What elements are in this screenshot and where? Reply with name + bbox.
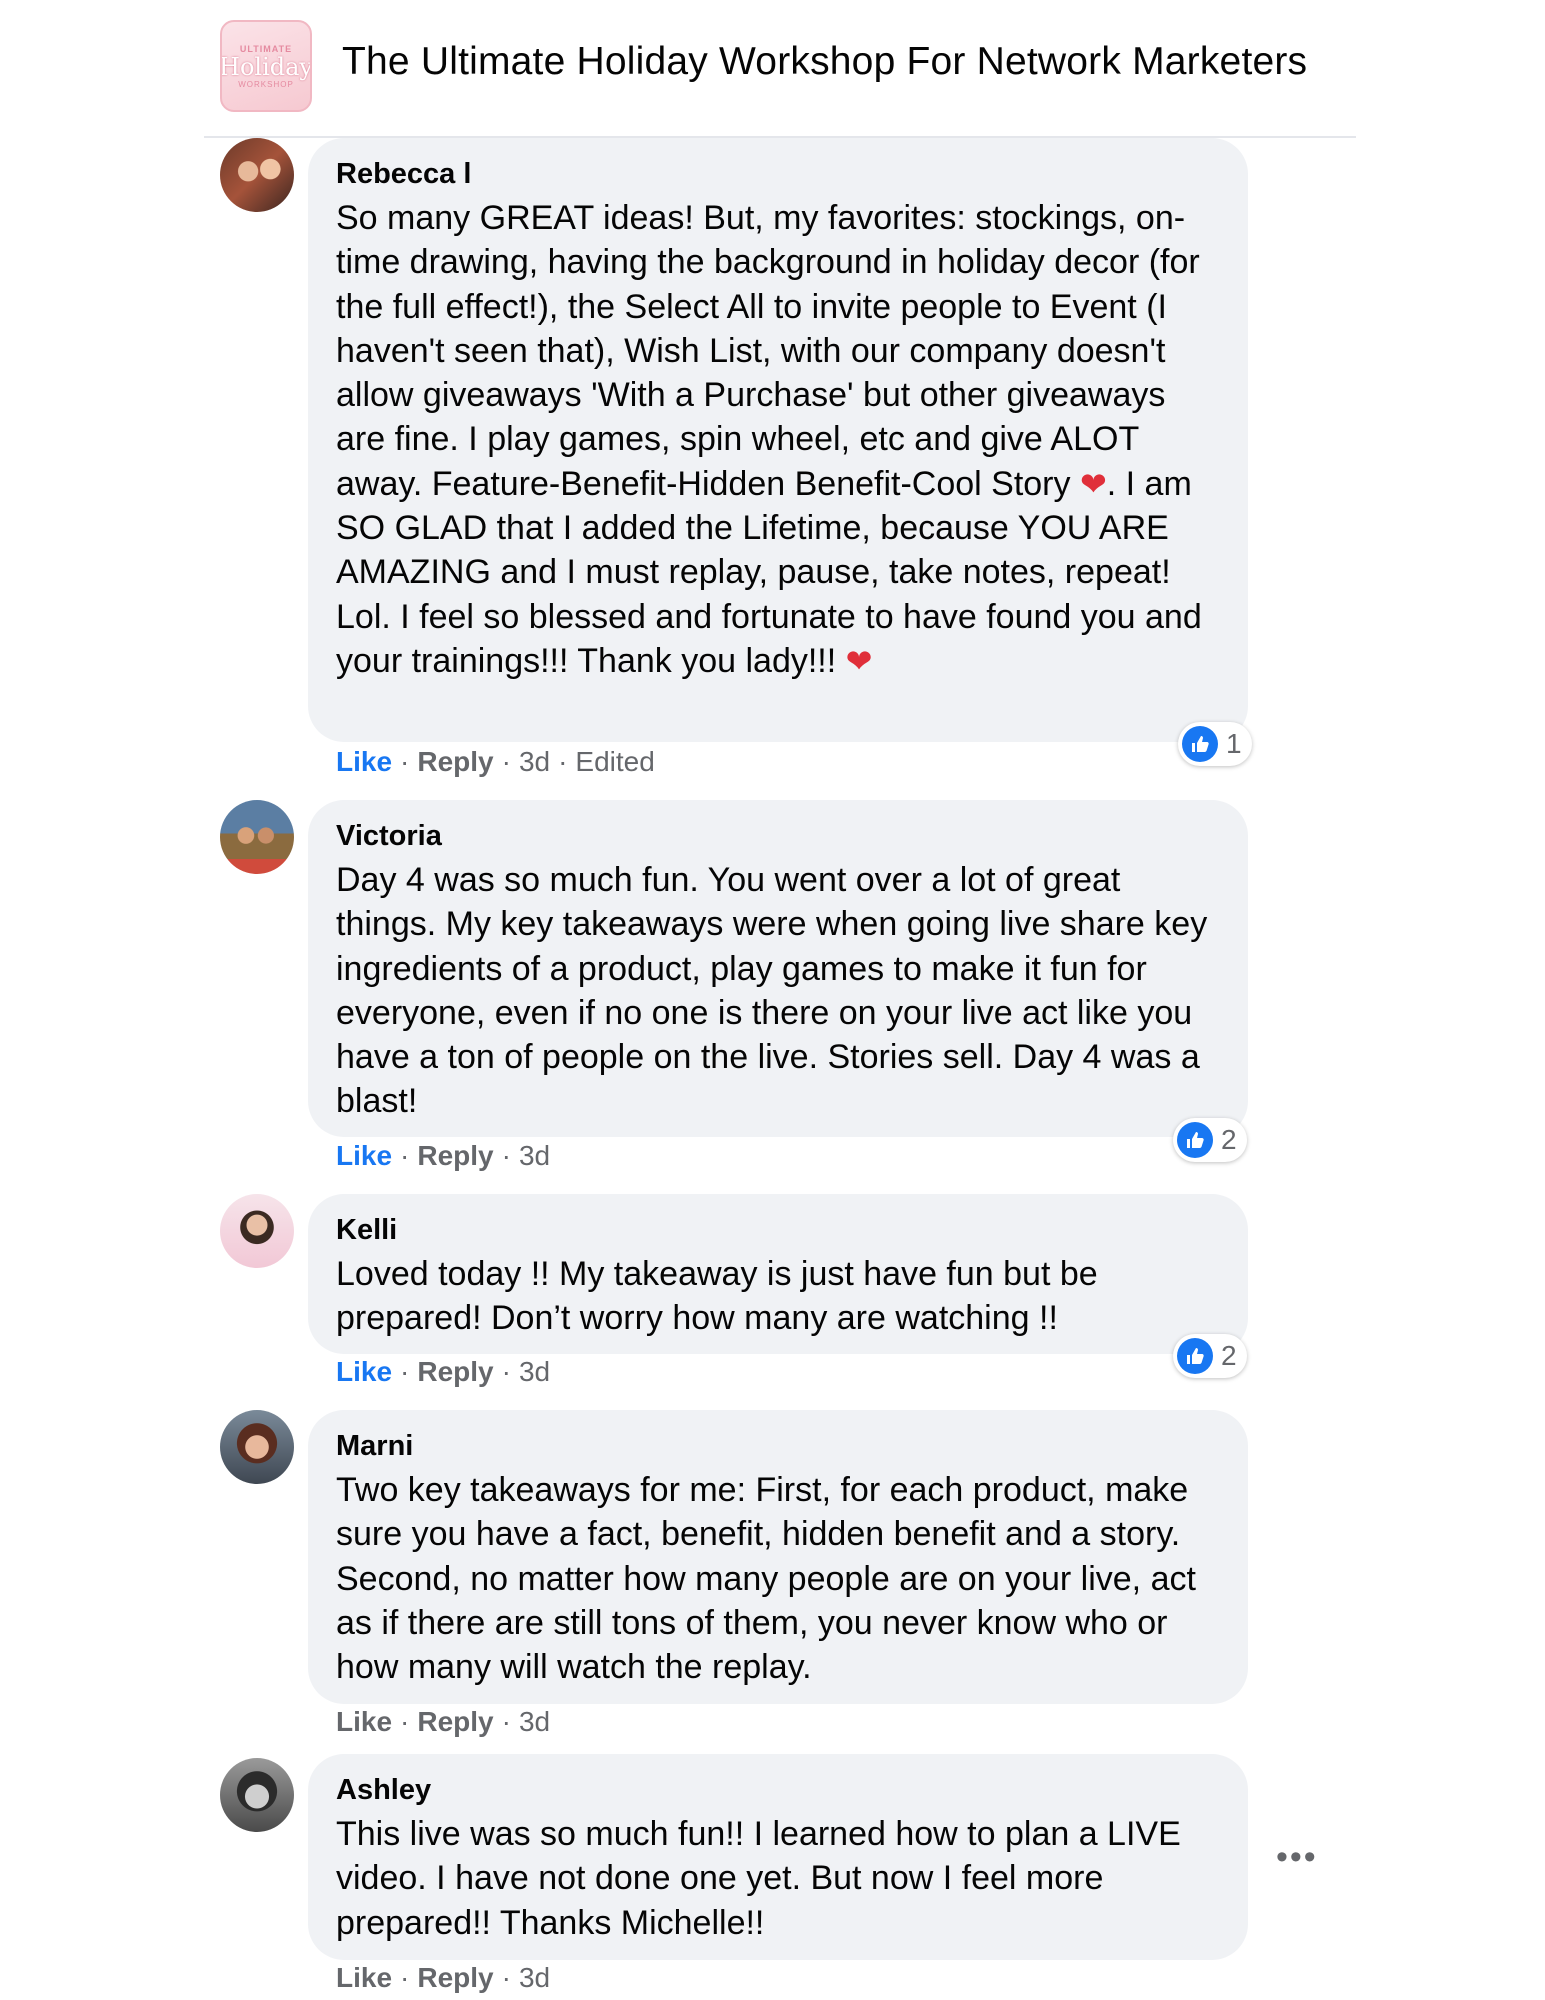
comment-text: This live was so much fun!! I learned ho… <box>336 1815 1181 1942</box>
comment-text: Two key takeaways for me: First, for eac… <box>336 1471 1196 1687</box>
reaction-number: 1 <box>1226 728 1242 759</box>
thumbs-up-icon <box>1182 726 1218 762</box>
comment-timestamp[interactable]: 3d <box>519 746 550 777</box>
comment-author[interactable]: Victoria <box>336 814 1220 858</box>
thumbs-up-icon <box>1177 1338 1213 1374</box>
reaction-count[interactable]: 2 <box>1173 1334 1247 1378</box>
heart-icon: ❤ <box>845 642 873 679</box>
avatar[interactable] <box>220 1194 294 1268</box>
reply-button[interactable]: Reply <box>417 1356 493 1387</box>
comment-text: Day 4 was so much fun. You went over a l… <box>336 861 1208 1121</box>
reply-button[interactable]: Reply <box>417 1962 493 1993</box>
group-thumbnail[interactable]: ULTIMATE Holiday WORKSHOP <box>220 20 312 112</box>
comment-actions: Like · Reply · 3d <box>336 1962 551 1993</box>
edited-label[interactable]: Edited <box>575 746 654 777</box>
comment-bubble: Ashley This live was so much fun!! I lea… <box>308 1754 1248 1960</box>
heart-icon: ❤ <box>1079 465 1107 502</box>
comment-actions: Like · Reply · 3d <box>336 1706 551 1737</box>
comment-author[interactable]: Rebecca l <box>336 152 1220 196</box>
more-options-icon[interactable]: ••• <box>1276 1838 1318 1877</box>
comment-author[interactable]: Kelli <box>336 1208 1220 1252</box>
comment-bubble: Kelli Loved today !! My takeaway is just… <box>308 1194 1248 1354</box>
reaction-count[interactable]: 1 <box>1178 722 1252 766</box>
group-header: ULTIMATE Holiday WORKSHOP The Ultimate H… <box>204 18 1356 138</box>
thumbs-up-icon <box>1177 1122 1213 1158</box>
reaction-count[interactable]: 2 <box>1173 1118 1247 1162</box>
group-thumbnail-title: Holiday <box>220 52 312 81</box>
reply-button[interactable]: Reply <box>417 1706 493 1737</box>
avatar[interactable] <box>220 1758 294 1832</box>
comment-timestamp[interactable]: 3d <box>519 1706 550 1737</box>
avatar[interactable] <box>220 800 294 874</box>
like-button[interactable]: Like <box>336 1140 392 1171</box>
group-thumbnail-top: ULTIMATE <box>239 43 293 54</box>
reaction-number: 2 <box>1221 1340 1237 1371</box>
like-button[interactable]: Like <box>336 1706 392 1737</box>
comment-text: Loved today !! My takeaway is just have … <box>336 1255 1098 1338</box>
comment-timestamp[interactable]: 3d <box>519 1356 550 1387</box>
comment-bubble: Victoria Day 4 was so much fun. You went… <box>308 800 1248 1137</box>
comment-bubble: Rebecca l So many GREAT ideas! But, my f… <box>308 138 1248 742</box>
comment-actions: Like · Reply · 3d <box>336 1356 551 1387</box>
avatar[interactable] <box>220 1410 294 1484</box>
group-title[interactable]: The Ultimate Holiday Workshop For Networ… <box>342 40 1307 84</box>
avatar[interactable] <box>220 138 294 212</box>
comment-author[interactable]: Marni <box>336 1424 1220 1468</box>
comment-author[interactable]: Ashley <box>336 1768 1220 1812</box>
comment-timestamp[interactable]: 3d <box>519 1962 550 1993</box>
comment-text-part: So many GREAT ideas! But, my favorites: … <box>336 199 1200 503</box>
comment-timestamp[interactable]: 3d <box>519 1140 550 1171</box>
comment-text: So many GREAT ideas! But, my favorites: … <box>336 196 1220 683</box>
like-button[interactable]: Like <box>336 1962 392 1993</box>
reply-button[interactable]: Reply <box>417 746 493 777</box>
reply-button[interactable]: Reply <box>417 1140 493 1171</box>
reaction-number: 2 <box>1221 1124 1237 1155</box>
group-thumbnail-bottom: WORKSHOP <box>238 79 294 89</box>
like-button[interactable]: Like <box>336 1356 392 1387</box>
comment-bubble: Marni Two key takeaways for me: First, f… <box>308 1410 1248 1704</box>
comment-actions: Like · Reply · 3d · Edited <box>336 746 655 777</box>
comment-actions: Like · Reply · 3d <box>336 1140 551 1171</box>
like-button[interactable]: Like <box>336 746 392 777</box>
